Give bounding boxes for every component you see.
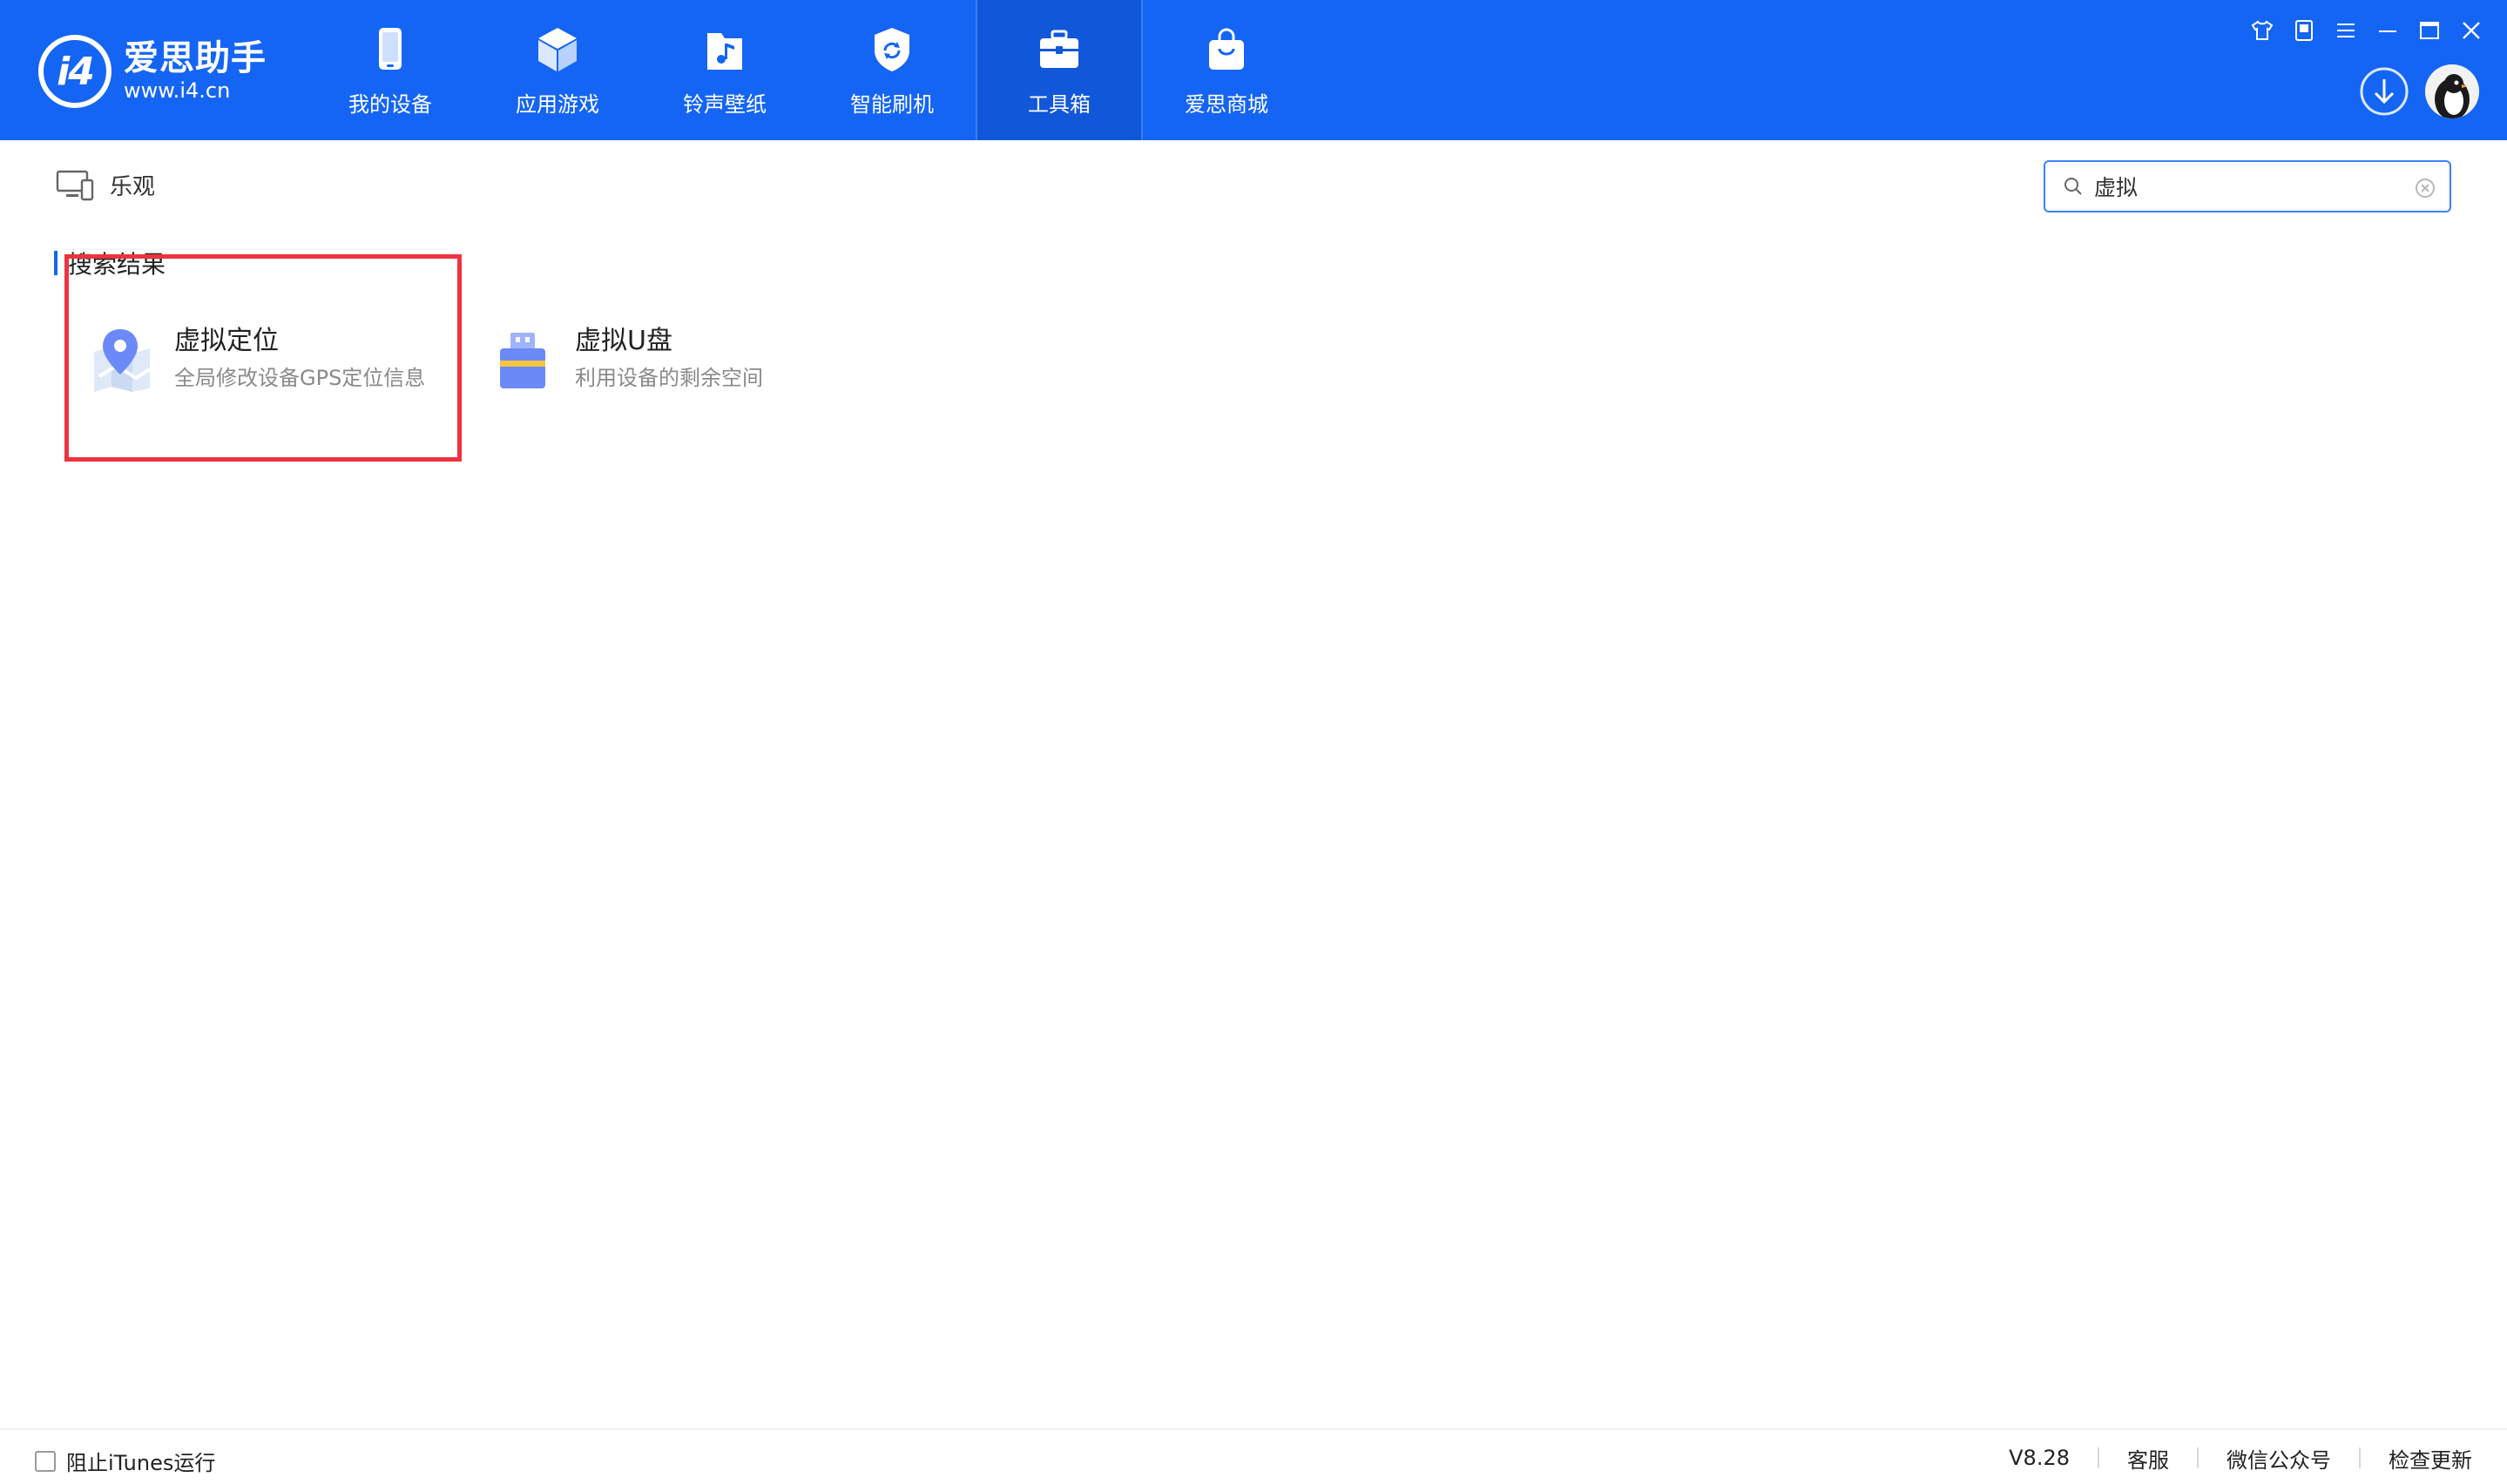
block-itunes-checkbox[interactable] — [35, 1450, 56, 1472]
nav-label: 应用游戏 — [516, 92, 599, 117]
top-bar: i4 爱思助手 www.i4.cn 我的设备 应用游戏 铃声壁纸 智能刷机 工具… — [0, 0, 2507, 140]
check-update-link[interactable]: 检查更新 — [2361, 1443, 2472, 1474]
footer-links: V8.28 客服 微信公众号 检查更新 — [1981, 1442, 2472, 1474]
block-itunes-toggle[interactable]: 阻止iTunes运行 — [35, 1446, 215, 1476]
user-avatar[interactable] — [2425, 64, 2479, 118]
nav-ringtones-wallpapers[interactable]: 铃声壁纸 — [641, 0, 808, 140]
nav-i4-store[interactable]: 爱思商城 — [1143, 0, 1310, 140]
app-logo: i4 爱思助手 www.i4.cn — [38, 35, 274, 108]
nav-toolbox[interactable]: 工具箱 — [976, 0, 1143, 140]
maximize-button[interactable] — [2416, 17, 2443, 44]
search-input[interactable] — [2094, 169, 2408, 204]
toolbox-icon — [1040, 30, 1078, 68]
nav-label: 工具箱 — [1028, 92, 1091, 117]
search-box — [2044, 160, 2451, 212]
block-itunes-label: 阻止iTunes运行 — [66, 1451, 216, 1475]
logo-text: 爱思助手 www.i4.cn — [124, 39, 267, 104]
download-circle-icon — [2360, 67, 2409, 116]
logo-mark: i4 — [38, 35, 111, 108]
cube-icon — [538, 28, 577, 71]
clear-search-icon[interactable] — [2415, 178, 2436, 199]
close-button[interactable] — [2458, 17, 2484, 44]
section-accent-bar — [54, 251, 57, 275]
result-description: 全局修改设备GPS定位信息 — [174, 366, 426, 390]
version-label: V8.28 — [2009, 1446, 2070, 1470]
window-controls — [2249, 17, 2484, 44]
search-results-heading: 搜索结果 — [54, 246, 166, 280]
main-nav: 我的设备 应用游戏 铃声壁纸 智能刷机 工具箱 爱思商城 — [307, 0, 1310, 140]
logo-url: www.i4.cn — [124, 78, 231, 103]
customer-service-link[interactable]: 客服 — [2099, 1443, 2197, 1474]
device-name: 乐观 — [110, 174, 156, 200]
result-virtual-usb-drive[interactable]: 虚拟U盘 利用设备的剩余空间 — [491, 310, 763, 408]
penguin-avatar-icon — [2425, 64, 2479, 118]
minimize-button[interactable] — [2375, 17, 2401, 44]
music-folder-icon — [707, 33, 742, 70]
device-indicator[interactable]: 乐观 — [56, 169, 155, 201]
close-icon — [2463, 22, 2480, 39]
logo-title: 爱思助手 — [124, 38, 267, 78]
computer-icon — [56, 170, 94, 200]
nav-apps-games[interactable]: 应用游戏 — [474, 0, 641, 140]
status-bar: 阻止iTunes运行 V8.28 客服 微信公众号 检查更新 — [0, 1428, 2507, 1484]
nav-label: 铃声壁纸 — [683, 92, 767, 117]
map-pin-icon — [94, 329, 152, 392]
result-title: 虚拟U盘 — [575, 326, 672, 356]
section-title: 搜索结果 — [68, 250, 166, 279]
nav-my-device[interactable]: 我的设备 — [307, 0, 474, 140]
shopping-bag-icon — [1209, 28, 1244, 70]
result-body: 虚拟定位 全局修改设备GPS定位信息 — [174, 324, 425, 394]
usb-drive-icon — [500, 333, 545, 388]
result-virtual-location[interactable]: 虚拟定位 全局修改设备GPS定位信息 — [91, 310, 425, 408]
tshirt-icon — [2251, 20, 2274, 40]
hamburger-icon — [2337, 24, 2355, 37]
nav-label: 智能刷机 — [850, 92, 934, 117]
mini-window-icon — [2295, 20, 2313, 41]
nav-label: 爱思商城 — [1185, 92, 1268, 117]
minimize-icon — [2379, 30, 2396, 32]
nav-smart-flash[interactable]: 智能刷机 — [808, 0, 976, 140]
shield-refresh-icon — [875, 28, 909, 71]
skin-button[interactable] — [2249, 17, 2275, 44]
maximize-icon — [2420, 22, 2439, 39]
result-description: 利用设备的剩余空间 — [575, 366, 763, 390]
nav-label: 我的设备 — [348, 92, 432, 117]
result-title: 虚拟定位 — [174, 326, 279, 356]
wechat-account-link[interactable]: 微信公众号 — [2199, 1443, 2359, 1474]
menu-button[interactable] — [2333, 17, 2359, 44]
download-manager-button[interactable] — [2359, 66, 2409, 117]
search-icon — [2064, 178, 2082, 195]
result-body: 虚拟U盘 利用设备的剩余空间 — [575, 324, 763, 394]
mini-mode-button[interactable] — [2291, 17, 2317, 44]
phone-icon — [379, 28, 402, 70]
